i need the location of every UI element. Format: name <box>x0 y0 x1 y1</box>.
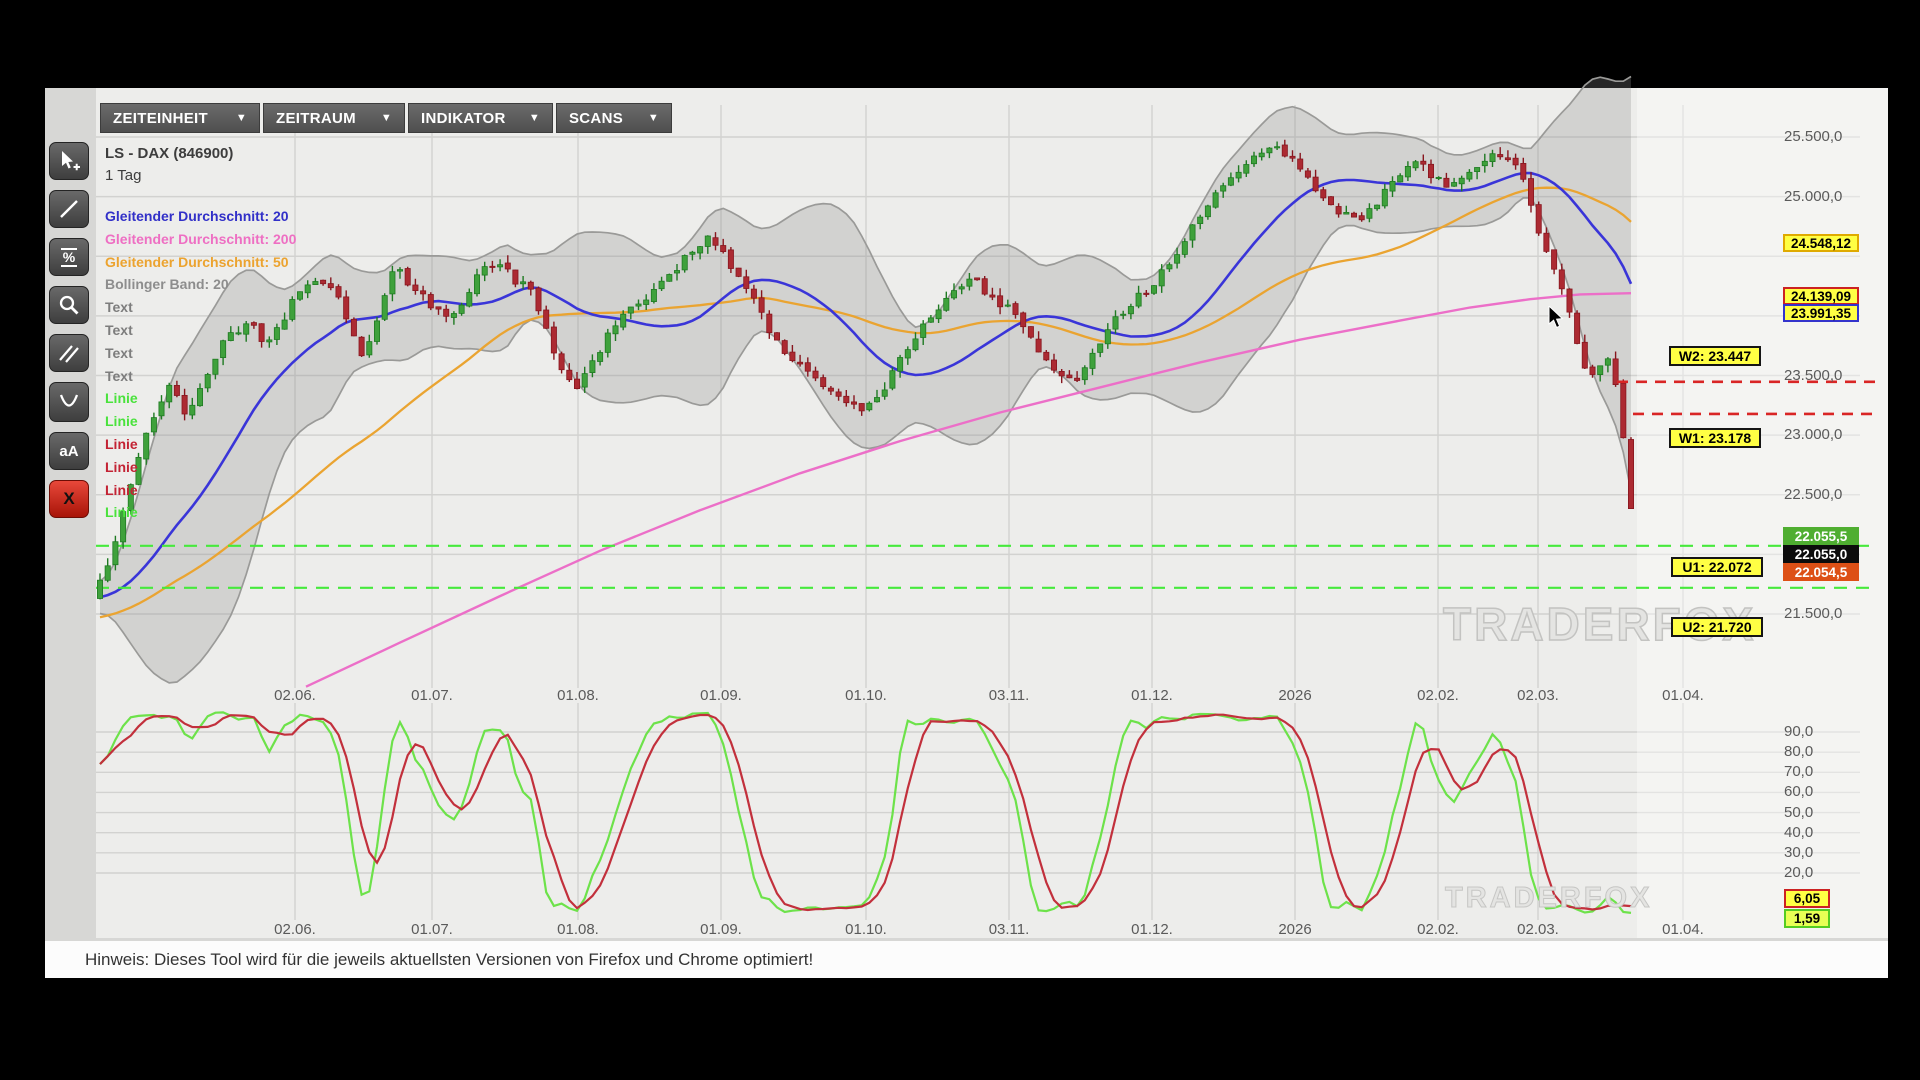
trading-app-window: ZEITEINHEIT ▼ ZEITRAUM ▼ INDIKATOR ▼ SCA… <box>0 0 1920 1080</box>
chart-canvas[interactable] <box>0 0 1920 1080</box>
